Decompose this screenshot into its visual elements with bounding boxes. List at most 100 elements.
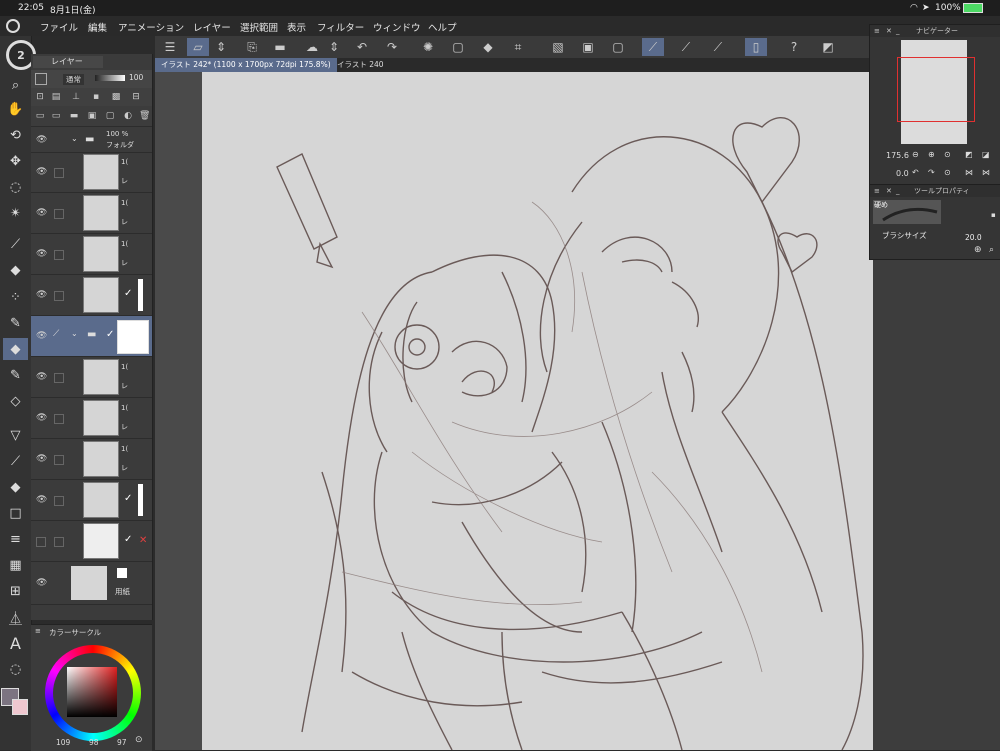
layer-tab[interactable]: レイヤー xyxy=(33,56,103,68)
crop-icon[interactable]: ⌗ xyxy=(507,38,529,56)
rotate-left-icon[interactable]: ↶ xyxy=(912,168,919,177)
brush-icon[interactable]: ⟋ xyxy=(675,38,697,56)
blend-mode-select[interactable]: 通常 xyxy=(63,74,84,85)
spray-icon[interactable]: ⁘ xyxy=(3,286,28,308)
zoom-in-icon[interactable]: ⊕ xyxy=(928,150,935,159)
magic-wand-icon[interactable]: ✴ xyxy=(3,202,28,224)
tab-active-document[interactable]: イラスト 242* (1100 x 1700px 72dpi 175.8%) xyxy=(155,58,337,72)
eye-icon[interactable]: 👁 xyxy=(36,495,48,505)
pin-icon[interactable]: ⊥ xyxy=(71,92,81,102)
frame-icon[interactable]: ⊞ xyxy=(3,580,28,602)
clip-icon[interactable]: ⊡ xyxy=(35,92,45,102)
menu-layer[interactable]: レイヤー xyxy=(193,20,231,34)
new-vector-icon[interactable]: ▭ xyxy=(51,111,61,121)
minimize-icon[interactable]: _ xyxy=(896,25,900,37)
new-raster-icon[interactable]: ▭ xyxy=(35,111,45,121)
zoom-out-icon[interactable]: ⊖ xyxy=(912,150,919,159)
fit-screen-icon[interactable]: ◩ xyxy=(965,150,973,159)
trash-icon[interactable]: 🗑 xyxy=(139,111,150,121)
opacity-value[interactable]: 100 xyxy=(129,73,143,82)
layer-color-icon[interactable] xyxy=(35,73,47,85)
menu-icon[interactable]: ☰ xyxy=(159,38,181,56)
rotate-view-icon[interactable]: ⟲ xyxy=(3,124,28,146)
chevron-down-icon[interactable]: ⌄ xyxy=(71,134,78,143)
eye-icon[interactable]: 👁 xyxy=(36,578,48,588)
flip-horizontal-icon[interactable]: ⋈ xyxy=(965,168,973,177)
panel-menu-icon[interactable]: ≡ xyxy=(874,185,880,197)
menu-file[interactable]: ファイル xyxy=(40,20,78,34)
layer-lock-box[interactable] xyxy=(54,455,64,465)
expand-icon[interactable]: ◩ xyxy=(817,38,839,56)
view-rectangle[interactable] xyxy=(897,57,975,122)
move-icon[interactable]: ✥ xyxy=(3,150,28,172)
minimize-icon[interactable]: _ xyxy=(896,185,900,197)
layer-lock-box[interactable] xyxy=(54,168,64,178)
fill-icon[interactable]: ◆ xyxy=(477,38,499,56)
lines-icon[interactable]: ≡ xyxy=(3,528,28,550)
lock-icon[interactable]: ▪ xyxy=(91,92,101,102)
eye-icon[interactable]: 👁 xyxy=(36,135,48,145)
menu-edit[interactable]: 編集 xyxy=(88,20,107,34)
airbrush-icon[interactable]: ⟋ xyxy=(3,450,28,472)
cloud-icon[interactable]: ☁ xyxy=(301,38,323,56)
eraser-icon[interactable]: ◆ xyxy=(3,338,28,360)
cat-tool-icon[interactable]: ◆ xyxy=(3,259,28,281)
undo-icon[interactable]: ↶ xyxy=(351,38,373,56)
hand-icon[interactable]: ✋ xyxy=(3,98,28,120)
bucket-icon[interactable]: ◆ xyxy=(3,476,28,498)
sub-color-swatch[interactable] xyxy=(12,699,28,715)
eye-icon[interactable]: 👁 xyxy=(36,249,48,259)
actual-size-icon[interactable]: ◪ xyxy=(982,150,990,159)
transform-icon[interactable]: ▢ xyxy=(447,38,469,56)
merge-icon[interactable]: ▢ xyxy=(105,111,115,121)
updown2-icon[interactable]: ⇕ xyxy=(323,38,345,56)
eyedropper-icon[interactable]: ⟋ xyxy=(3,233,28,255)
zoom-value[interactable]: 175.6 xyxy=(886,151,909,160)
menu-animation[interactable]: アニメーション xyxy=(118,20,184,34)
drawing-canvas[interactable] xyxy=(202,72,904,750)
reset-rotation-icon[interactable]: ⊙ xyxy=(944,168,951,177)
layer-lock-box[interactable] xyxy=(54,209,64,219)
layer-row[interactable]: 👁 1( レ xyxy=(31,193,152,234)
invert-icon[interactable]: ▣ xyxy=(577,38,599,56)
settings-icon[interactable]: ⊙ xyxy=(135,735,143,745)
layer-folder-selected[interactable]: 👁 ⟋ ⌄ ▬ ✓ xyxy=(31,316,152,357)
layer-lock-box[interactable] xyxy=(54,414,64,424)
zoom-tool-icon[interactable]: ⌕ xyxy=(3,74,28,96)
close-icon[interactable]: ✕ xyxy=(886,185,892,197)
pen-icon[interactable]: ✎ xyxy=(3,312,28,334)
fit-icon[interactable]: ⊙ xyxy=(944,150,951,159)
layer-row[interactable]: 👁 ✓ xyxy=(31,480,152,521)
menu-help[interactable]: ヘルプ xyxy=(428,20,457,34)
paper-layer-row[interactable]: 👁 用紙 xyxy=(31,562,152,605)
balloon-icon[interactable]: ◌ xyxy=(3,658,28,680)
hand-tool-icon[interactable]: ▱ xyxy=(187,38,209,56)
copy-layer-icon[interactable]: ▣ xyxy=(87,111,97,121)
decoration-icon[interactable]: ◇ xyxy=(3,390,28,412)
search-settings-icon[interactable]: ⌕ xyxy=(989,245,994,255)
brush-size-value[interactable]: 20.0 xyxy=(965,233,982,242)
layer-lock-box[interactable] xyxy=(54,250,64,260)
layer-lock-box[interactable] xyxy=(54,496,64,506)
layer-row[interactable]: 👁 1( レ xyxy=(31,357,152,398)
chevron-down-icon[interactable]: ⌄ xyxy=(71,329,78,338)
mask-icon[interactable]: ◐ xyxy=(123,111,133,121)
eye-icon[interactable]: 👁 xyxy=(36,372,48,382)
menu-window[interactable]: ウィンドウ xyxy=(373,20,421,34)
close-icon[interactable]: ✕ xyxy=(886,25,892,37)
layer-lock-box[interactable] xyxy=(54,537,64,547)
layer-row[interactable]: 👁 1( レ xyxy=(31,439,152,480)
layer-folder-top[interactable]: 👁 ⌄ ▬ 100 % フォルダ xyxy=(31,128,152,153)
ruler-pen-icon[interactable]: ⟋ xyxy=(707,38,729,56)
menu-selection[interactable]: 選択範囲 xyxy=(240,20,278,34)
gradient-icon[interactable]: ▦ xyxy=(3,554,28,576)
layer-lock-box[interactable] xyxy=(54,373,64,383)
pen-snap-icon[interactable]: ⟋ xyxy=(642,38,664,56)
figure-icon[interactable]: ▽ xyxy=(3,424,28,446)
eye-icon[interactable]: 👁 xyxy=(36,454,48,464)
text-icon[interactable]: A xyxy=(3,632,28,654)
lock-icon[interactable]: ▪ xyxy=(991,211,996,219)
menu-view[interactable]: 表示 xyxy=(287,20,306,34)
ref-icon[interactable]: ▤ xyxy=(51,92,61,102)
download-icon[interactable]: ⊕ xyxy=(974,245,982,255)
